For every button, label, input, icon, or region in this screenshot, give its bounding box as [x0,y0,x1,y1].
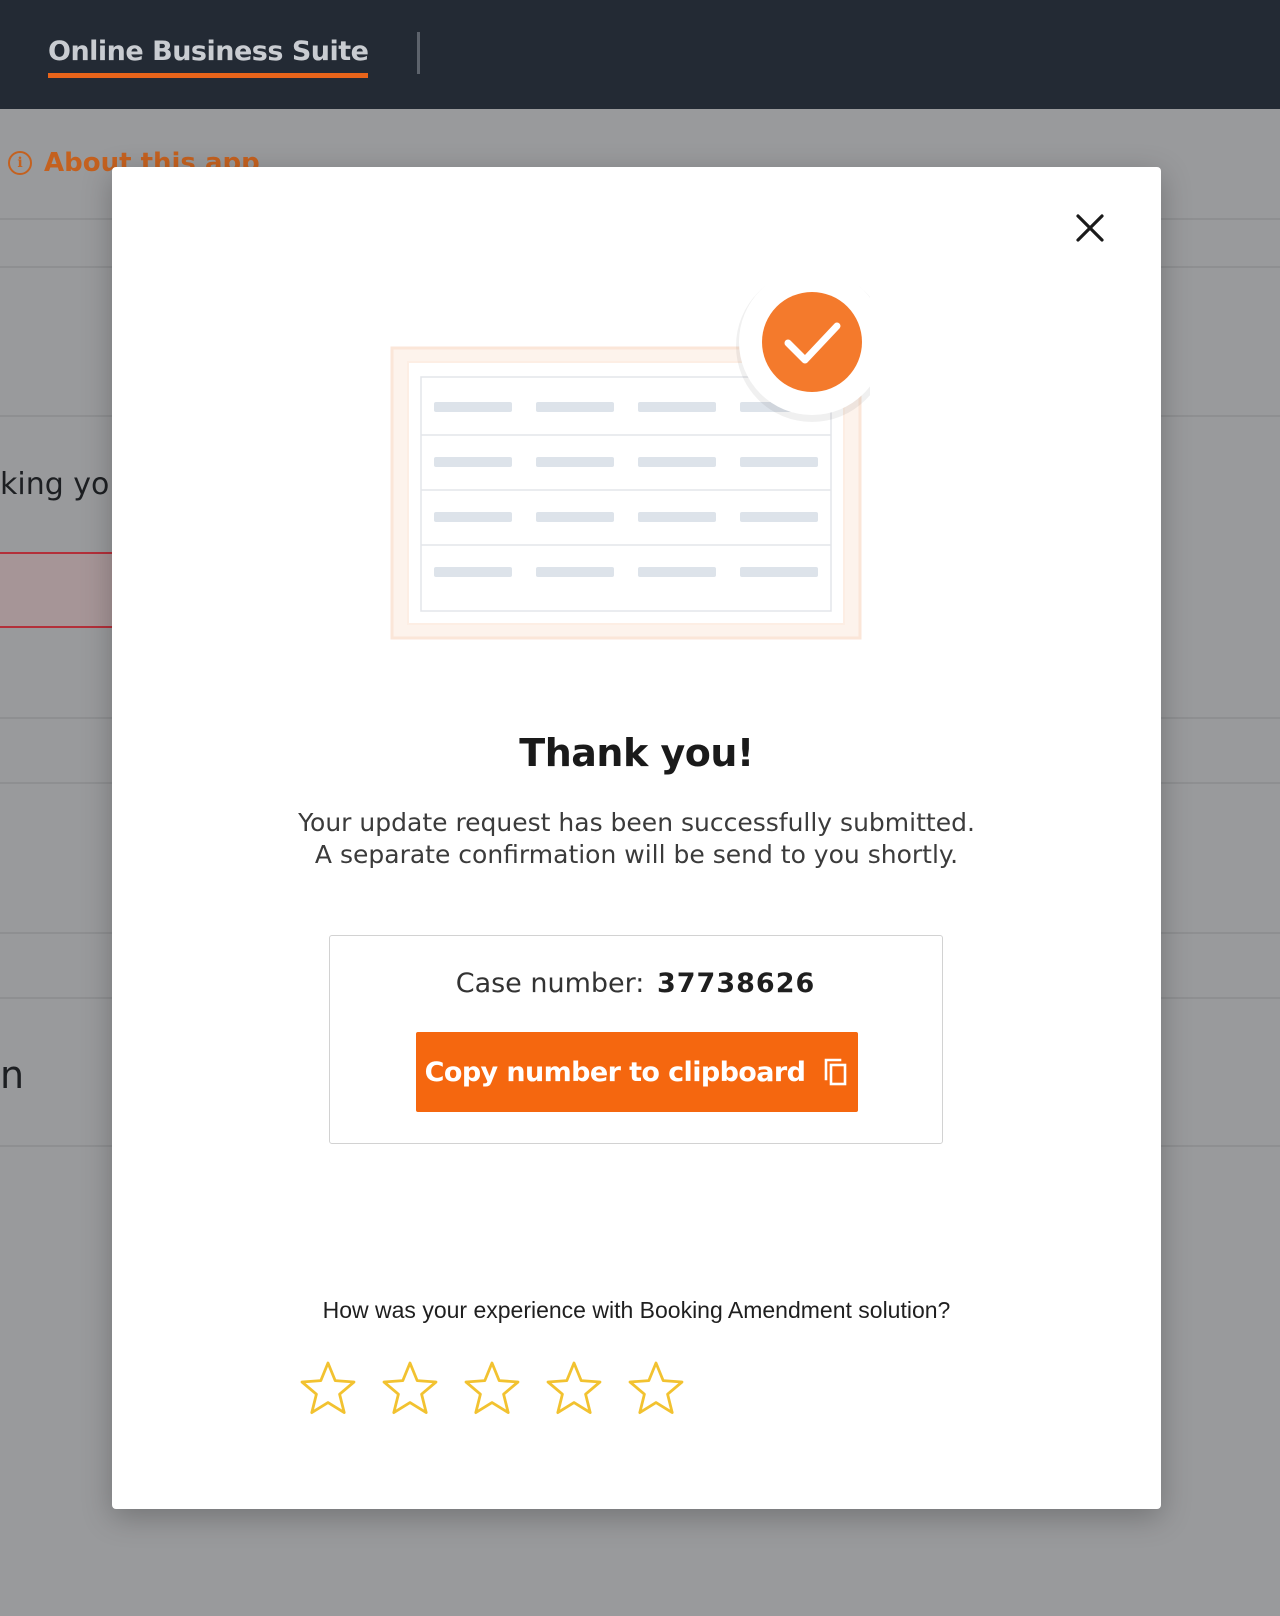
case-number-panel: Case number: 37738626 Copy number to cli… [329,935,943,1144]
copy-to-clipboard-button[interactable]: Copy number to clipboard [416,1032,858,1112]
background-heading-fragment: king yo [0,467,110,502]
star-1-icon[interactable] [298,1359,358,1419]
success-dialog: Thank you! Your update request has been … [112,167,1161,1509]
topbar-divider [417,32,420,74]
rating-question: How was your experience with Booking Ame… [322,1297,951,1323]
case-number-label: Case number: [455,968,645,999]
message-line-2: A separate confirmation will be send to … [314,840,959,869]
brand-title[interactable]: Online Business Suite [48,36,369,78]
success-illustration [390,270,870,640]
star-2-icon[interactable] [380,1359,440,1419]
copy-icon [825,1058,847,1086]
case-number-value: 37738626 [656,968,816,999]
dialog-title: Thank you! [519,731,754,775]
star-3-icon[interactable] [462,1359,522,1419]
close-icon [1076,214,1104,242]
info-icon: i [8,151,32,175]
dialog-message: Your update request has been successfull… [112,807,1161,871]
copy-button-label: Copy number to clipboard [424,1056,806,1088]
star-rating [298,1359,686,1419]
close-button[interactable] [1071,209,1109,247]
checkmark-icon [762,292,862,392]
star-5-icon[interactable] [626,1359,686,1419]
star-4-icon[interactable] [544,1359,604,1419]
message-line-1: Your update request has been successfull… [298,808,975,837]
background-text-fragment: n [0,1053,25,1097]
top-navigation-bar: Online Business Suite [0,0,1280,109]
case-number-row: Case number: 37738626 [330,968,941,999]
